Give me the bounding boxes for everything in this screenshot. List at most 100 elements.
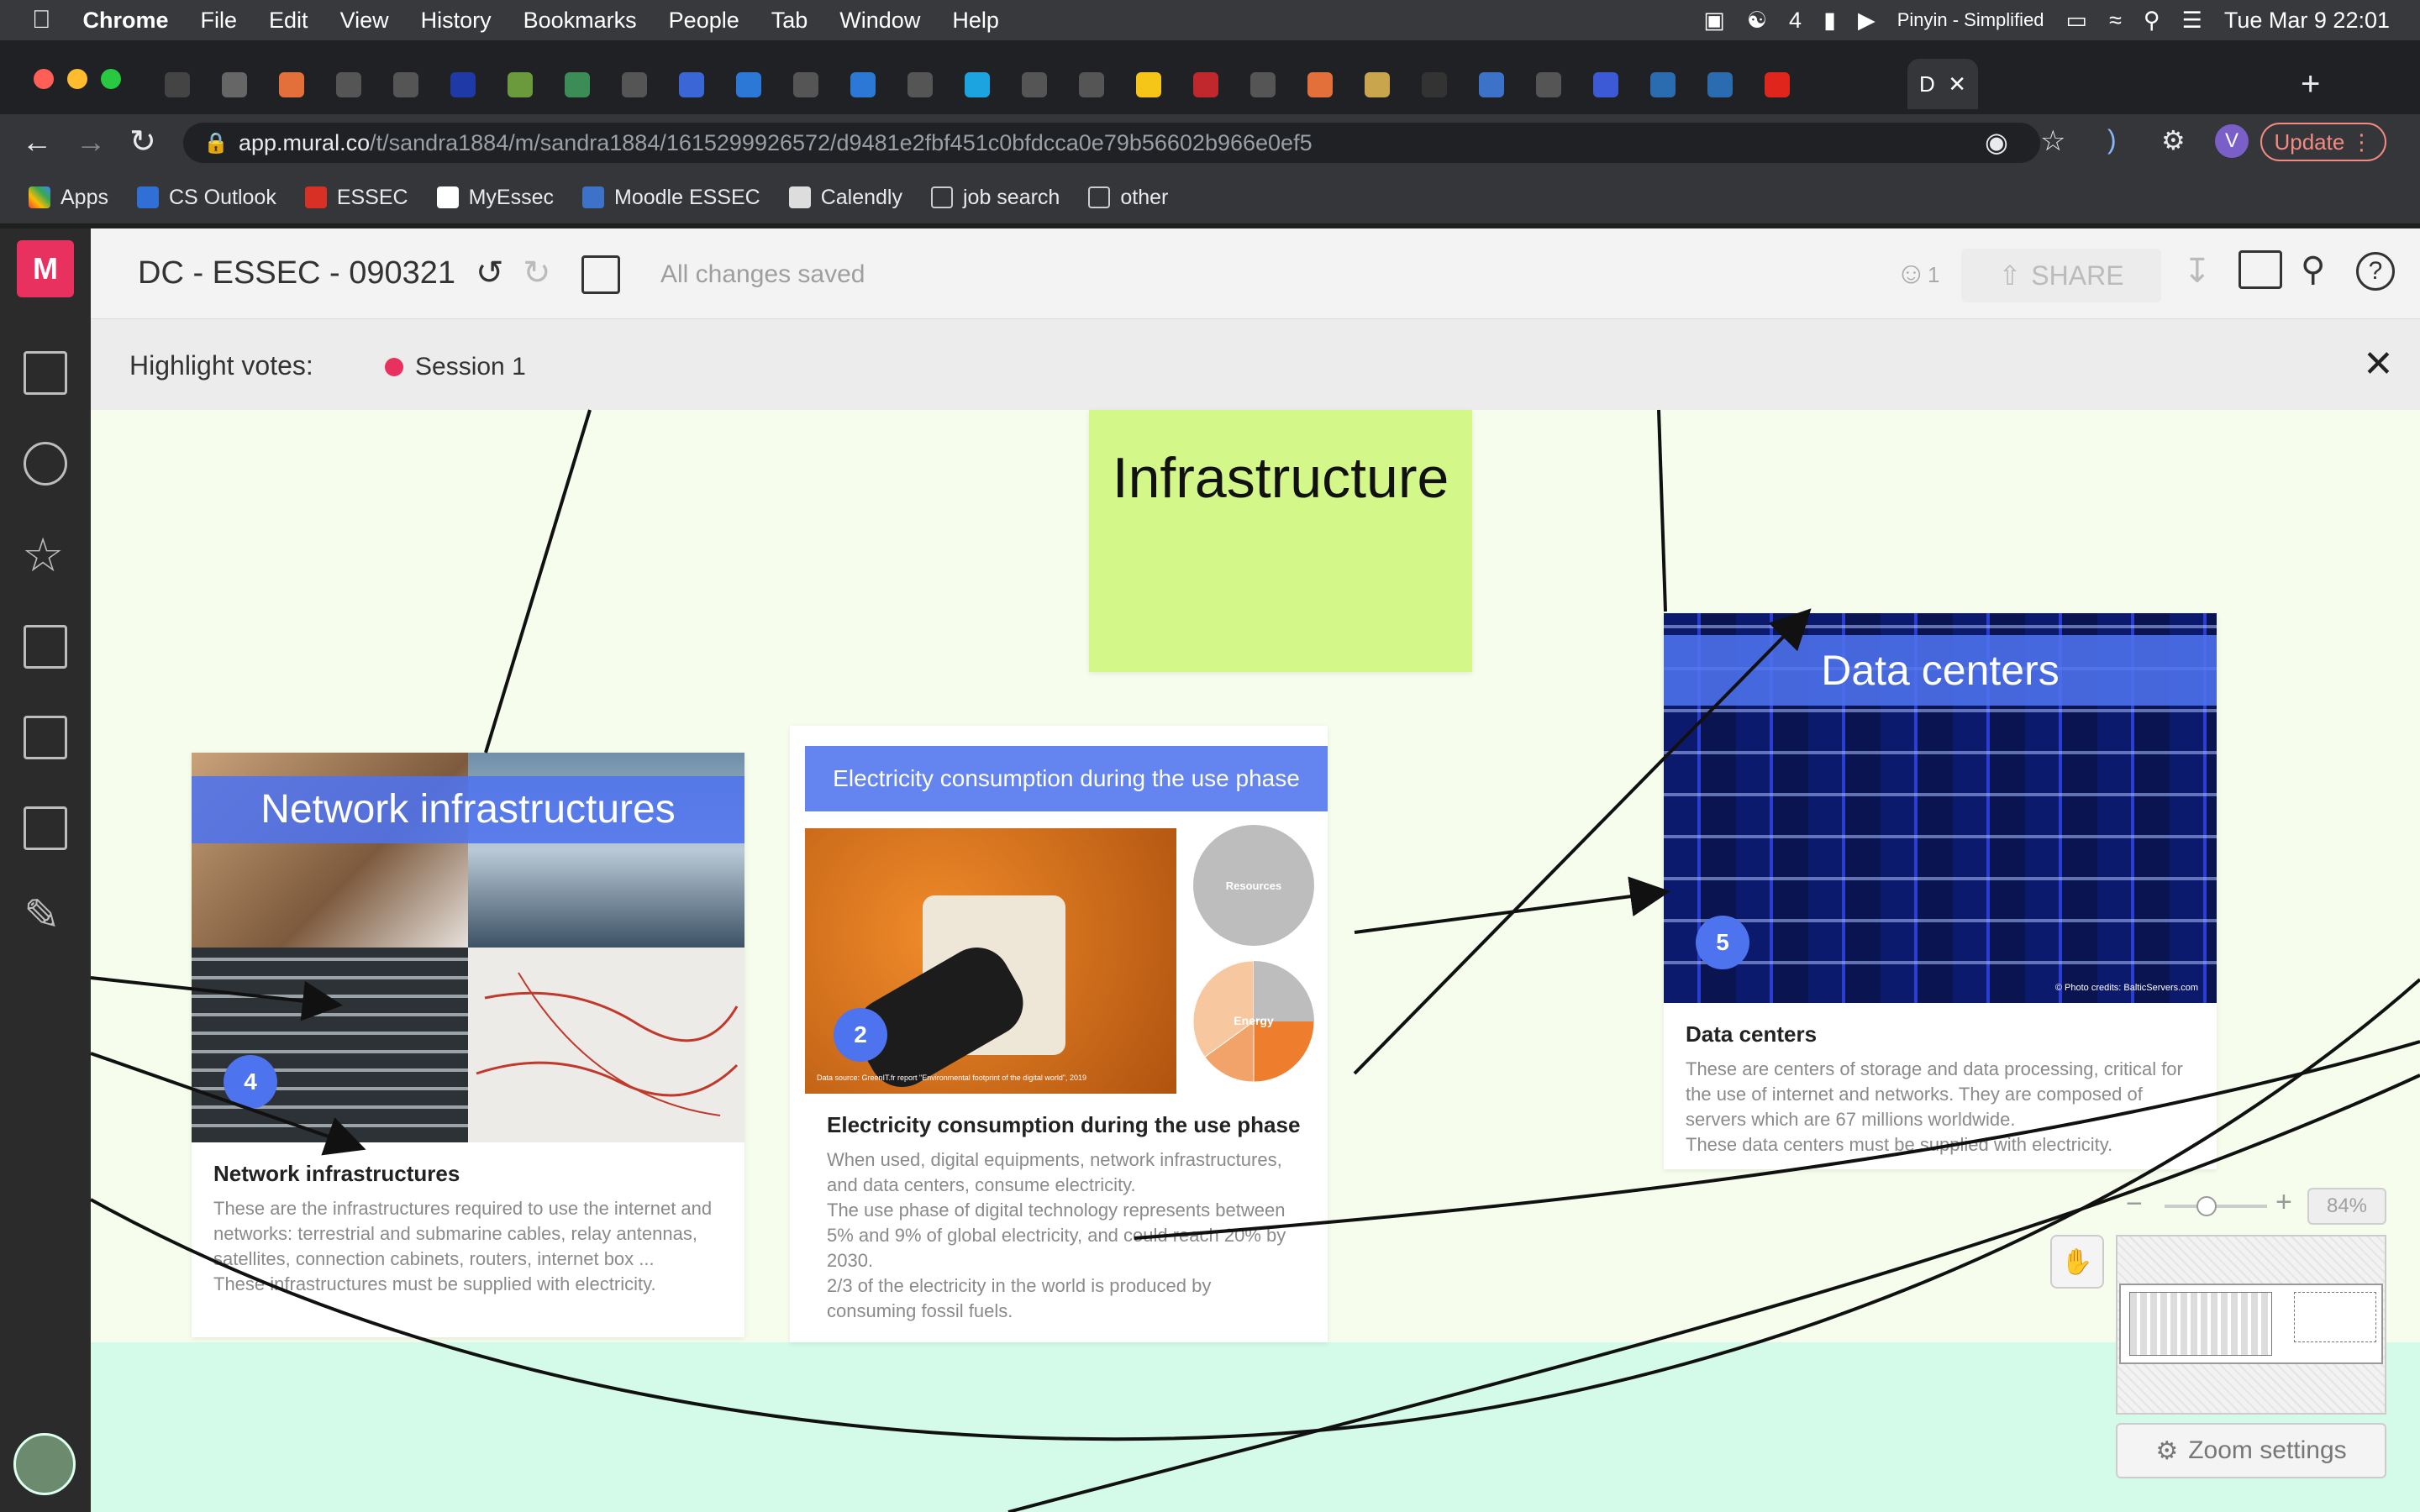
menu-tab[interactable]: Tab <box>771 8 808 34</box>
bookmark-myessec[interactable]: MyEssec <box>436 186 554 210</box>
star-icon[interactable]: ☆ <box>2040 124 2065 158</box>
browser-tab[interactable] <box>1707 72 1733 97</box>
hand-tool-icon[interactable]: ✋ <box>2050 1235 2104 1289</box>
outline-toggle-icon[interactable] <box>581 255 620 294</box>
sticky-note-tool-icon[interactable] <box>24 351 67 395</box>
control-center-icon[interactable]: ☰ <box>2182 8 2202 34</box>
bookmark-icon[interactable]: ▮ <box>1823 8 1836 34</box>
browser-tab[interactable] <box>279 72 304 97</box>
new-tab-button[interactable]: + <box>2301 66 2320 103</box>
browser-tab[interactable] <box>165 72 190 97</box>
redo-icon[interactable]: ↻ <box>523 254 551 292</box>
download-icon[interactable]: ↧ <box>2183 252 2212 291</box>
browser-tab[interactable] <box>1307 72 1333 97</box>
bookmark-cs-outlook[interactable]: CS Outlook <box>136 186 276 210</box>
session-selector[interactable]: Session 1 <box>385 353 526 381</box>
browser-tab[interactable] <box>736 72 761 97</box>
browser-tab[interactable] <box>565 72 590 97</box>
wechat-icon[interactable]: ☯ <box>1747 8 1767 34</box>
browser-tab[interactable] <box>1536 72 1561 97</box>
bookmark-calendly[interactable]: Calendly <box>788 186 902 210</box>
extensions-icon[interactable]: ⚙ <box>2161 124 2186 156</box>
play-icon[interactable]: ▶ <box>1858 8 1876 34</box>
menu-help[interactable]: Help <box>952 8 999 34</box>
browser-tab[interactable] <box>793 72 818 97</box>
spotlight-icon[interactable]: ⚲ <box>2144 8 2160 34</box>
browser-tab[interactable] <box>222 72 247 97</box>
bookmark-apps[interactable]: Apps <box>29 186 108 210</box>
close-window-button[interactable] <box>34 69 54 89</box>
browser-tab[interactable] <box>1422 72 1447 97</box>
images-tool-icon[interactable] <box>24 716 67 759</box>
undo-icon[interactable]: ↺ <box>476 254 504 292</box>
battery-icon[interactable]: ▭ <box>2066 8 2088 34</box>
browser-tab[interactable] <box>1593 72 1618 97</box>
browser-tab[interactable] <box>679 72 704 97</box>
browser-tab[interactable] <box>393 72 418 97</box>
bookmark-essec[interactable]: ESSEC <box>304 186 408 210</box>
vote-badge[interactable]: 5 <box>1696 916 1749 969</box>
back-button[interactable]: ← <box>22 124 52 160</box>
clock[interactable]: Tue Mar 9 22:01 <box>2224 8 2390 34</box>
browser-tab[interactable] <box>336 72 361 97</box>
browser-tab[interactable] <box>508 72 533 97</box>
app-name[interactable]: Chrome <box>83 8 169 34</box>
forward-button[interactable]: → <box>76 124 106 160</box>
browser-tab[interactable] <box>1250 72 1276 97</box>
browser-tab[interactable] <box>1479 72 1504 97</box>
avatar[interactable] <box>13 1433 76 1495</box>
star-icon[interactable]: ☆ <box>22 528 64 583</box>
search-icon[interactable]: ⚲ <box>2301 250 2325 289</box>
bookmark-job-search[interactable]: job search <box>930 186 1060 210</box>
browser-tab[interactable] <box>1193 72 1218 97</box>
menu-view[interactable]: View <box>340 8 389 34</box>
zoom-settings-button[interactable]: ⚙ Zoom settings <box>2116 1423 2386 1478</box>
browser-tab[interactable] <box>1022 72 1047 97</box>
help-icon[interactable]: ? <box>2356 252 2395 291</box>
board-title[interactable]: DC - ESSEC - 090321 <box>138 255 455 291</box>
browser-tab[interactable] <box>1765 72 1790 97</box>
bookmark-other[interactable]: other <box>1088 186 1168 210</box>
close-votes-bar-icon[interactable]: ✕ <box>2363 343 2394 386</box>
browser-tab[interactable] <box>622 72 647 97</box>
zoom-level[interactable]: 84% <box>2307 1188 2386 1225</box>
close-tab-icon[interactable]: ✕ <box>1948 71 1966 97</box>
share-button[interactable]: ⇧ SHARE <box>1961 249 2161 302</box>
upload-tool-icon[interactable] <box>24 806 67 850</box>
menu-history[interactable]: History <box>421 8 492 34</box>
comment-icon[interactable] <box>2238 250 2282 289</box>
browser-tab[interactable] <box>1079 72 1104 97</box>
shapes-connectors-tool-icon[interactable] <box>24 442 67 486</box>
browser-tab[interactable] <box>908 72 933 97</box>
minimap[interactable] <box>2116 1235 2386 1415</box>
vote-badge[interactable]: 2 <box>834 1008 887 1062</box>
bookmark-moodle[interactable]: Moodle ESSEC <box>582 186 760 210</box>
menu-file[interactable]: File <box>201 8 238 34</box>
maximize-window-button[interactable] <box>101 69 121 89</box>
zoom-in-button[interactable]: + <box>2275 1186 2292 1219</box>
hidden-eye-icon[interactable]: ◉ <box>1985 126 2008 158</box>
menu-window[interactable]: Window <box>839 8 920 34</box>
browser-tab[interactable] <box>850 72 876 97</box>
minimize-window-button[interactable] <box>67 69 87 89</box>
zoom-slider-handle[interactable] <box>2196 1196 2217 1216</box>
browser-tab[interactable] <box>965 72 990 97</box>
browser-tab[interactable] <box>1136 72 1161 97</box>
mural-logo[interactable]: M <box>17 240 74 297</box>
participants-icon[interactable]: ☺ <box>1896 255 1927 291</box>
input-method-icon[interactable]: Pinyin - Simplified <box>1897 9 2044 31</box>
browser-tab[interactable] <box>1650 72 1676 97</box>
active-tab[interactable]: D ✕ <box>1907 59 1978 109</box>
menu-edit[interactable]: Edit <box>269 8 308 34</box>
zoom-out-button[interactable]: − <box>2126 1188 2143 1221</box>
browser-tab[interactable] <box>450 72 476 97</box>
pencil-icon[interactable]: ✎ <box>24 890 60 941</box>
menu-people[interactable]: People <box>669 8 739 34</box>
wifi-icon[interactable]: ≈ <box>2109 8 2122 34</box>
frameworks-tool-icon[interactable] <box>24 625 67 669</box>
browser-tab[interactable] <box>1365 72 1390 97</box>
update-button[interactable]: Update ⋮ <box>2260 123 2386 161</box>
profile-avatar[interactable]: V <box>2215 124 2249 158</box>
camera-icon[interactable]: ▣ <box>1703 8 1725 34</box>
reload-button[interactable]: ↻ <box>129 123 156 160</box>
